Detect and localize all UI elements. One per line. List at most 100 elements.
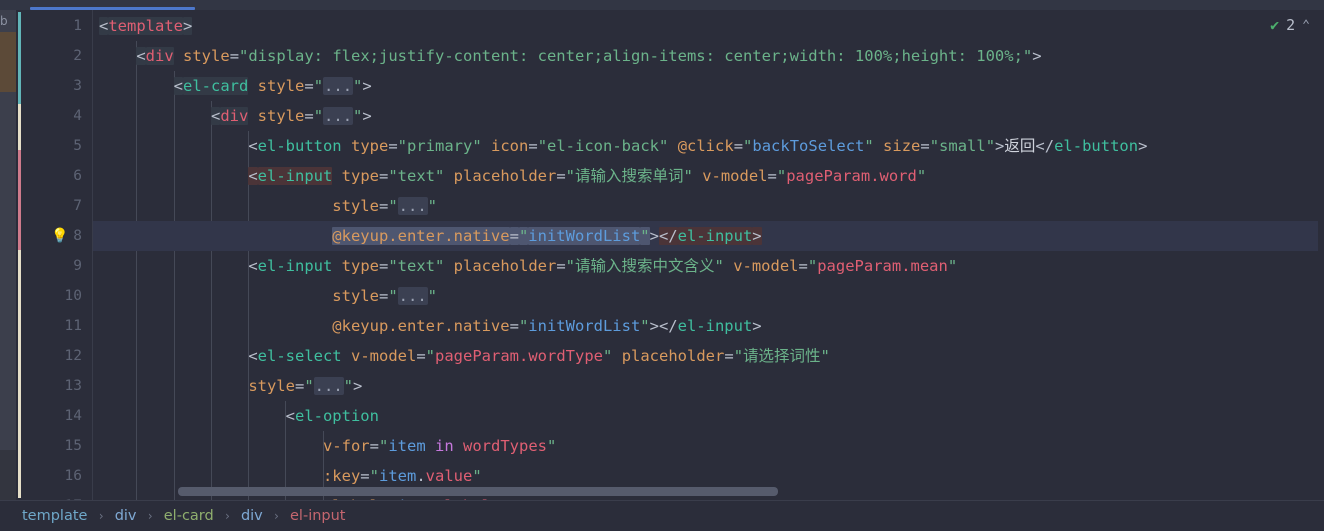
line-number-gutter[interactable]: 1234567891011121314151617💡 [25,10,93,514]
code-token: ... [397,287,428,305]
ide-editor-window: b ✔ 2 ⌃ 1234567891011121314151617💡 <temp… [0,0,1324,531]
code-token: " [427,287,437,305]
inspections-widget[interactable]: ✔ 2 ⌃ [1270,16,1310,34]
code-token: " [388,287,398,305]
code-token: " [547,437,557,455]
code-token: ... [313,377,344,395]
code-line[interactable]: <el-button type="primary" icon="el-icon-… [99,131,1147,161]
code-token: = [304,77,314,95]
code-line[interactable]: <el-input type="text" placeholder="请输入搜索… [99,161,926,191]
double-check-icon: ✔ [1270,15,1280,34]
code-token: ... [397,197,428,215]
inspection-count: 2 [1286,16,1296,34]
line-number: 16 [64,468,82,484]
breadcrumb-item-el-input[interactable]: el-input [286,508,349,524]
vcs-marker-pink[interactable] [18,150,21,250]
code-token: = [920,137,930,155]
code-token: </ [658,227,678,245]
code-token: = [733,137,744,155]
breadcrumb-separator-icon: › [146,509,154,523]
code-token: initWordList [528,317,641,335]
code-token: el-option [294,407,379,425]
breadcrumb-separator-icon: › [272,509,281,523]
breadcrumb-item-template[interactable]: template [18,508,91,524]
code-token: @keyup.enter.native [332,317,510,335]
code-line[interactable]: <div style="..."> [99,101,372,131]
code-token: div [220,107,249,125]
code-token: = [528,137,538,155]
code-line[interactable]: @keyup.enter.native="initWordList"></el-… [99,221,762,251]
code-token: type [341,257,379,275]
code-token: v-for [322,437,370,455]
code-token: type [341,167,379,185]
chevron-up-icon[interactable]: ⌃ [1302,19,1310,32]
code-token: " [353,107,363,125]
code-line[interactable]: <template> [99,11,193,41]
code-line[interactable]: v-for="item in wordTypes" [99,431,556,461]
code-line[interactable]: :key="item.value" [99,461,482,491]
left-tool-rail [0,10,16,510]
code-token: " [313,107,324,125]
vcs-marker-teal[interactable] [18,12,21,104]
breadcrumb-item-div[interactable]: div [111,508,141,524]
code-token: = [378,167,389,185]
code-token: > [995,137,1005,155]
code-token: > [183,17,193,35]
code-token: "el-icon-back" [537,137,669,155]
code-token: in [435,437,454,455]
code-token: style [248,377,295,395]
code-line[interactable]: style="..." [99,281,437,311]
code-line[interactable]: style="..." [99,191,437,221]
editor-body: 1234567891011121314151617💡 <template> <d… [16,10,1324,514]
code-line[interactable]: @keyup.enter.native="initWordList"></el-… [99,311,761,341]
code-token: "请输入搜索中文含义" [565,257,724,275]
code-token: placeholder [621,347,725,365]
code-canvas[interactable]: <template> <div style="display: flex;jus… [93,10,1324,500]
code-token: < [248,137,258,155]
line-number: 1 [73,18,82,34]
breadcrumb-item-div[interactable]: div [237,508,267,524]
code-line[interactable]: style="..."> [99,371,362,401]
lightbulb-intention-icon[interactable]: 💡 [51,221,69,251]
breadcrumb-item-el-card[interactable]: el-card [160,508,218,524]
code-line[interactable]: <el-option [99,401,379,431]
code-token: " [472,467,482,485]
code-line[interactable]: :label="item.label" [99,491,500,500]
code-token: < [136,47,146,65]
code-token: " [518,317,529,335]
code-token: "text" [388,167,445,185]
code-token: el-input [677,227,753,245]
code-token: style [332,287,379,305]
line-number: 9 [73,258,82,274]
code-token: " [603,347,613,365]
editor-tab-label[interactable]: b [0,14,10,28]
code-line[interactable]: <div style="display: flex;justify-conten… [99,41,1042,71]
code-line[interactable]: <el-select v-model="pageParam.wordType" … [99,341,830,371]
code-token: = [229,47,240,65]
breadcrumb[interactable]: template › div › el-card › div › el-input [0,500,1324,531]
line-number: 12 [64,348,82,364]
code-line[interactable]: <el-card style="..."> [99,71,372,101]
line-number: 3 [73,78,82,94]
code-line[interactable]: <el-input type="text" placeholder="请输入搜索… [99,251,957,281]
code-token: > [353,377,363,395]
code-token: = [767,167,777,185]
code-token: " [425,347,436,365]
code-token: > [1138,137,1148,155]
code-token: style [257,77,305,95]
